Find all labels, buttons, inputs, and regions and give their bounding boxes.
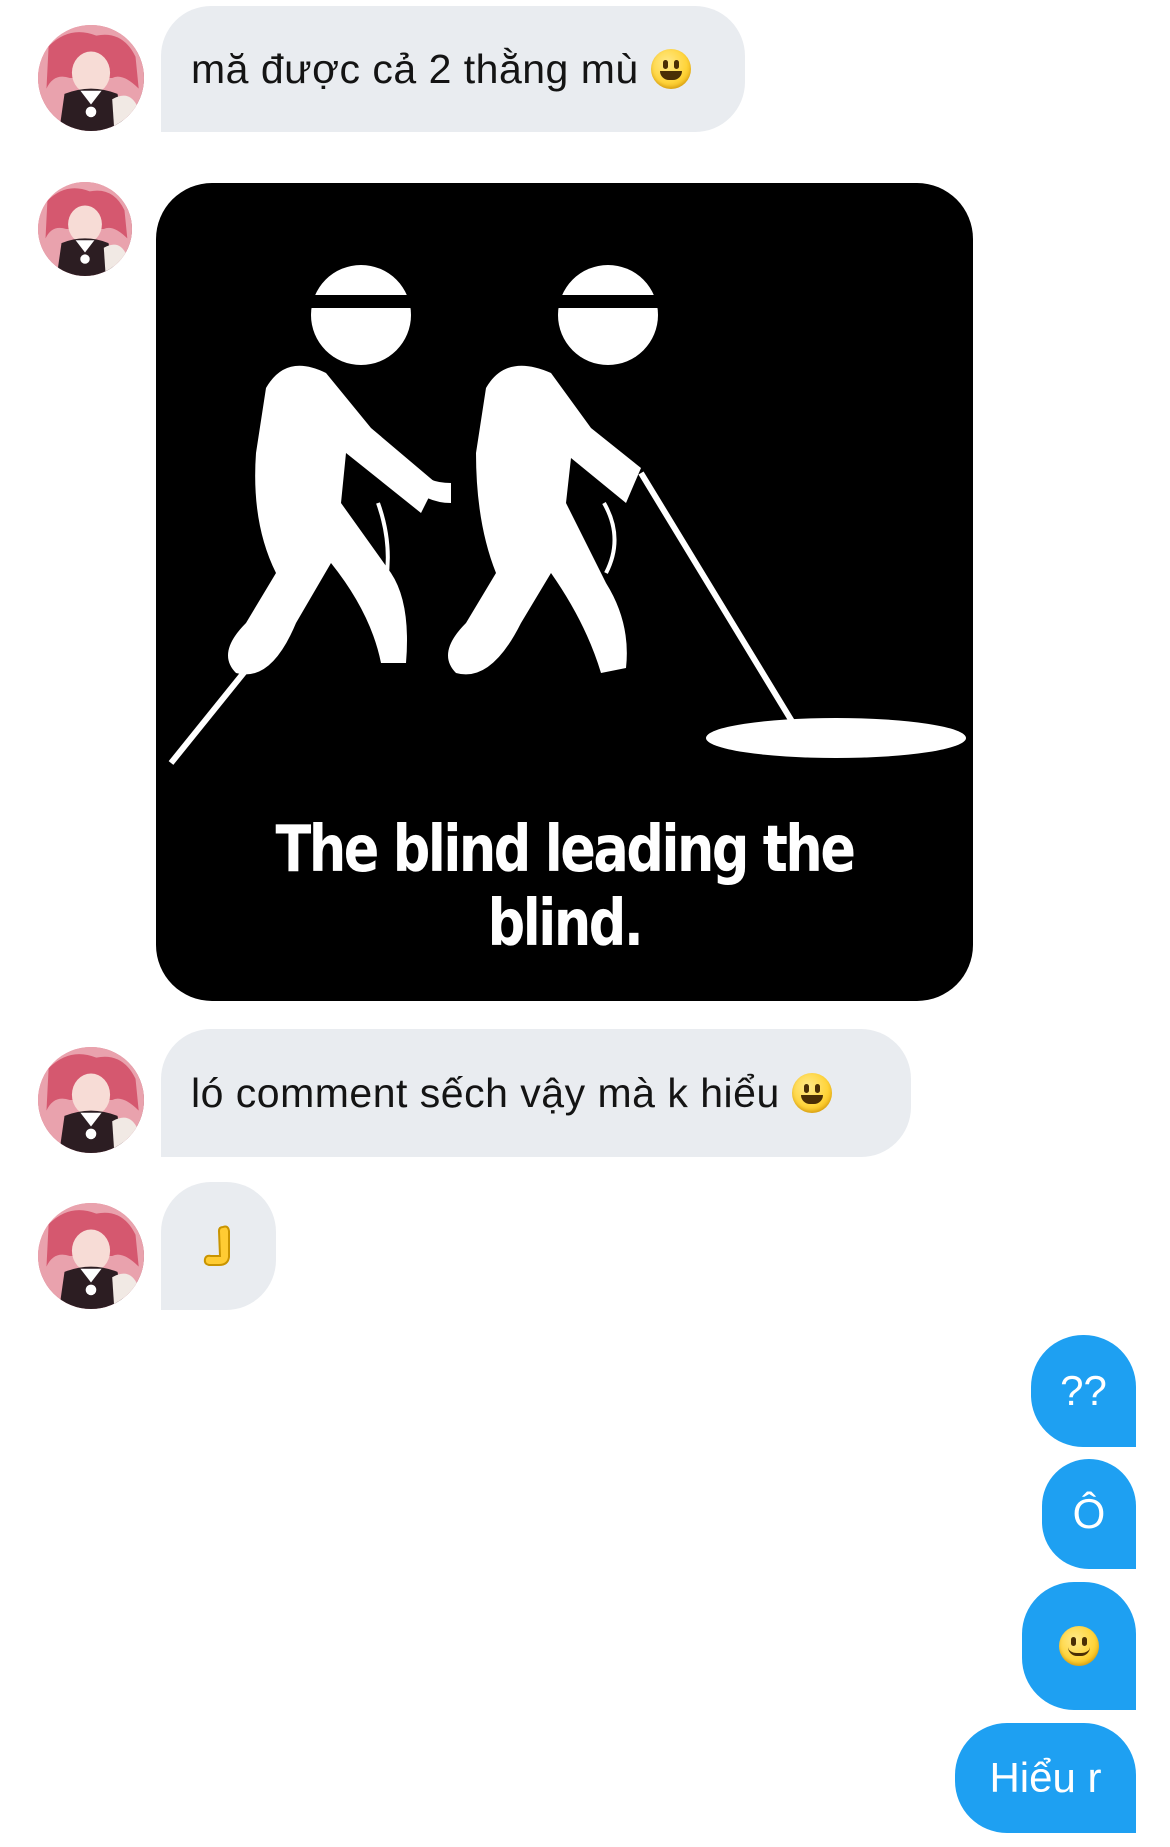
image-caption: The blind leading the blind. <box>275 813 856 961</box>
message-bubble-outgoing[interactable]: Ô <box>1042 1459 1136 1569</box>
message-bubble-outgoing[interactable]: Hiểu r <box>955 1723 1136 1833</box>
image-message[interactable]: The blind leading the blind. <box>156 183 973 1001</box>
contact-avatar[interactable] <box>38 182 132 276</box>
avatar-image <box>38 1203 144 1309</box>
message-bubble-incoming[interactable] <box>161 1182 276 1310</box>
avatar-image <box>38 25 144 131</box>
message-text: mă được cả 2 thằng mù <box>191 45 639 92</box>
contact-avatar[interactable] <box>38 1047 144 1153</box>
contact-avatar[interactable] <box>38 25 144 131</box>
grinning-face-emoji <box>650 49 691 89</box>
slightly-smiling-face-emoji <box>1059 1626 1099 1666</box>
message-bubble-incoming[interactable]: mă được cả 2 thằng mù <box>161 6 745 132</box>
avatar-image <box>38 1047 144 1153</box>
message-bubble-outgoing[interactable]: ?? <box>1031 1335 1136 1447</box>
message-text: ló comment sếch vậy mà k hiểu <box>191 1069 780 1116</box>
raised-back-of-hand-icon <box>203 1225 230 1266</box>
message-bubble-outgoing[interactable] <box>1022 1582 1136 1710</box>
message-bubble-incoming[interactable]: ló comment sếch vậy mà k hiểu <box>161 1029 911 1157</box>
avatar-image <box>38 182 132 276</box>
message-text: Hiểu r <box>989 1754 1102 1801</box>
grinning-face-emoji <box>791 1073 832 1113</box>
contact-avatar[interactable] <box>38 1203 144 1309</box>
message-text: ?? <box>1060 1367 1107 1414</box>
message-text: Ô <box>1072 1490 1106 1537</box>
